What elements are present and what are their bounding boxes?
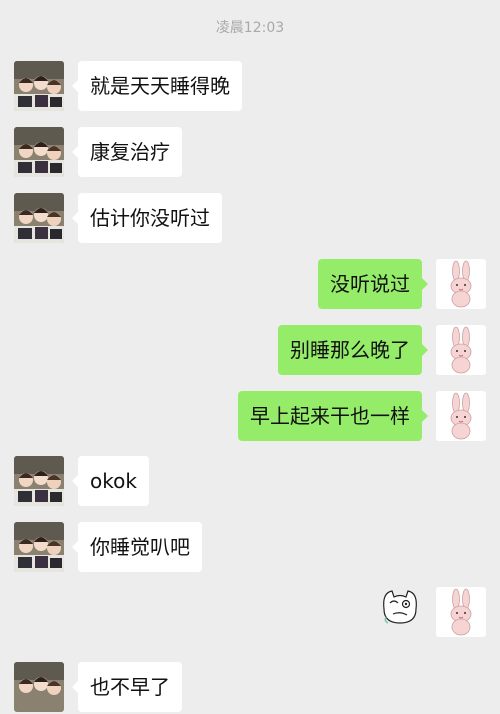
message-row: 也不早了: [0, 662, 500, 714]
message-row: okok: [0, 456, 500, 508]
message-row: 没听说过: [0, 259, 500, 311]
message-row: 康复治疗: [0, 127, 500, 179]
contact-avatar[interactable]: [14, 61, 64, 111]
message-bubble-outgoing[interactable]: 没听说过: [318, 259, 428, 309]
message-bubble-incoming[interactable]: 估计你没听过: [72, 193, 222, 243]
cat-face-sticker[interactable]: [378, 587, 422, 627]
message-bubble-incoming[interactable]: 你睡觉叭吧: [72, 522, 202, 572]
self-avatar[interactable]: [436, 259, 486, 309]
contact-avatar[interactable]: [14, 127, 64, 177]
message-bubble-incoming[interactable]: 就是天天睡得晚: [72, 61, 242, 111]
message-row: 你睡觉叭吧: [0, 522, 500, 574]
message-bubble-outgoing[interactable]: 别睡那么晚了: [278, 325, 428, 375]
contact-avatar[interactable]: [14, 522, 64, 572]
message-bubble-incoming[interactable]: okok: [72, 456, 149, 506]
message-bubble-incoming[interactable]: 康复治疗: [72, 127, 182, 177]
message-bubble-outgoing[interactable]: 早上起来干也一样: [238, 391, 428, 441]
message-row: 别睡那么晚了: [0, 325, 500, 377]
self-avatar[interactable]: [436, 587, 486, 637]
message-row: 估计你没听过: [0, 193, 500, 245]
chat-timestamp: 凌晨12:03: [215, 20, 285, 36]
self-avatar[interactable]: [436, 391, 486, 441]
message-row: [0, 587, 500, 639]
contact-avatar[interactable]: [14, 662, 64, 712]
contact-avatar[interactable]: [14, 193, 64, 243]
self-avatar[interactable]: [436, 325, 486, 375]
contact-avatar[interactable]: [14, 456, 64, 506]
message-row: 就是天天睡得晚: [0, 61, 500, 113]
message-bubble-incoming[interactable]: 也不早了: [72, 662, 182, 712]
message-row: 早上起来干也一样: [0, 391, 500, 443]
